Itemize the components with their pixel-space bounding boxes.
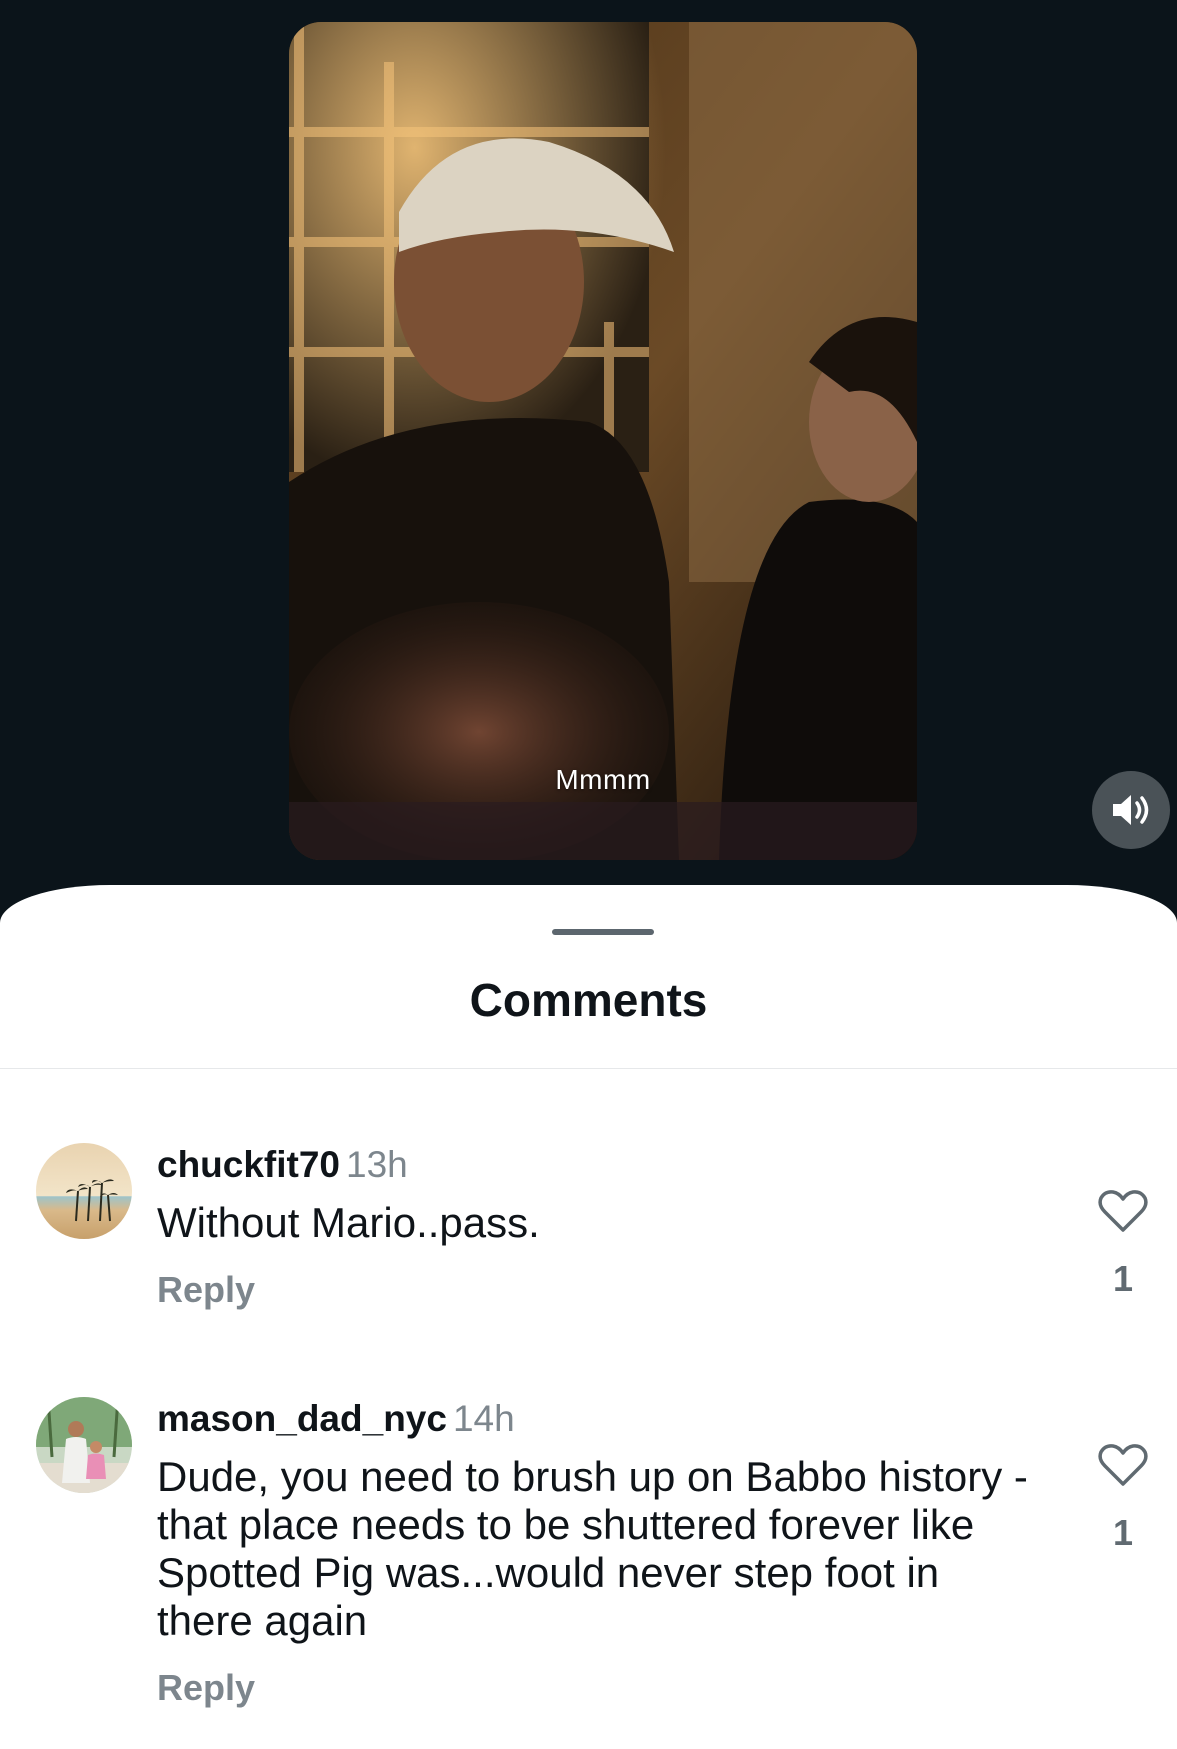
heart-icon (1098, 1444, 1148, 1486)
like-button[interactable]: 1 (1095, 1443, 1151, 1554)
comment-username[interactable]: chuckfit70 (157, 1144, 340, 1185)
comment-text: Without Mario..pass. (157, 1199, 540, 1246)
reply-button[interactable]: Reply (157, 1269, 255, 1311)
like-count: 1 (1112, 1258, 1134, 1299)
sound-toggle-button[interactable] (1092, 771, 1170, 849)
comment-time: 13h (346, 1144, 408, 1185)
video-area: Mmmm (0, 0, 1177, 900)
reply-button[interactable]: Reply (157, 1667, 255, 1709)
comments-sheet: Comments chuckfit70 13h Without Mario..p… (0, 885, 1177, 1749)
like-count: 1 (1112, 1512, 1134, 1553)
comment-text: Dude, you need to brush up on Babbo hist… (157, 1453, 1028, 1644)
like-button[interactable]: 1 (1095, 1189, 1151, 1300)
comment-meta: chuckfit70 13h (157, 1143, 1037, 1187)
speaker-on-icon (1113, 795, 1149, 825)
comment-time: 14h (452, 1398, 515, 1439)
family-photo-avatar-icon (36, 1397, 132, 1493)
video-frame-image (289, 22, 917, 860)
video-caption: Mmmm (555, 764, 651, 795)
sheet-title: Comments (469, 974, 708, 1026)
video-player[interactable]: Mmmm (289, 22, 917, 860)
comment-body: chuckfit70 13h Without Mario..pass. Reply (157, 1143, 1037, 1311)
avatar[interactable] (36, 1397, 132, 1493)
divider (0, 1068, 1177, 1069)
heart-icon (1098, 1190, 1148, 1232)
comment-username[interactable]: mason_dad_nyc (157, 1398, 447, 1439)
avatar[interactable] (36, 1143, 132, 1239)
comment-meta: mason_dad_nyc 14h (157, 1397, 1037, 1441)
sheet-grabber-handle[interactable] (552, 929, 654, 935)
comment-body: mason_dad_nyc 14h Dude, you need to brush… (157, 1397, 1037, 1709)
palm-trees-beach-avatar-icon (36, 1143, 132, 1239)
